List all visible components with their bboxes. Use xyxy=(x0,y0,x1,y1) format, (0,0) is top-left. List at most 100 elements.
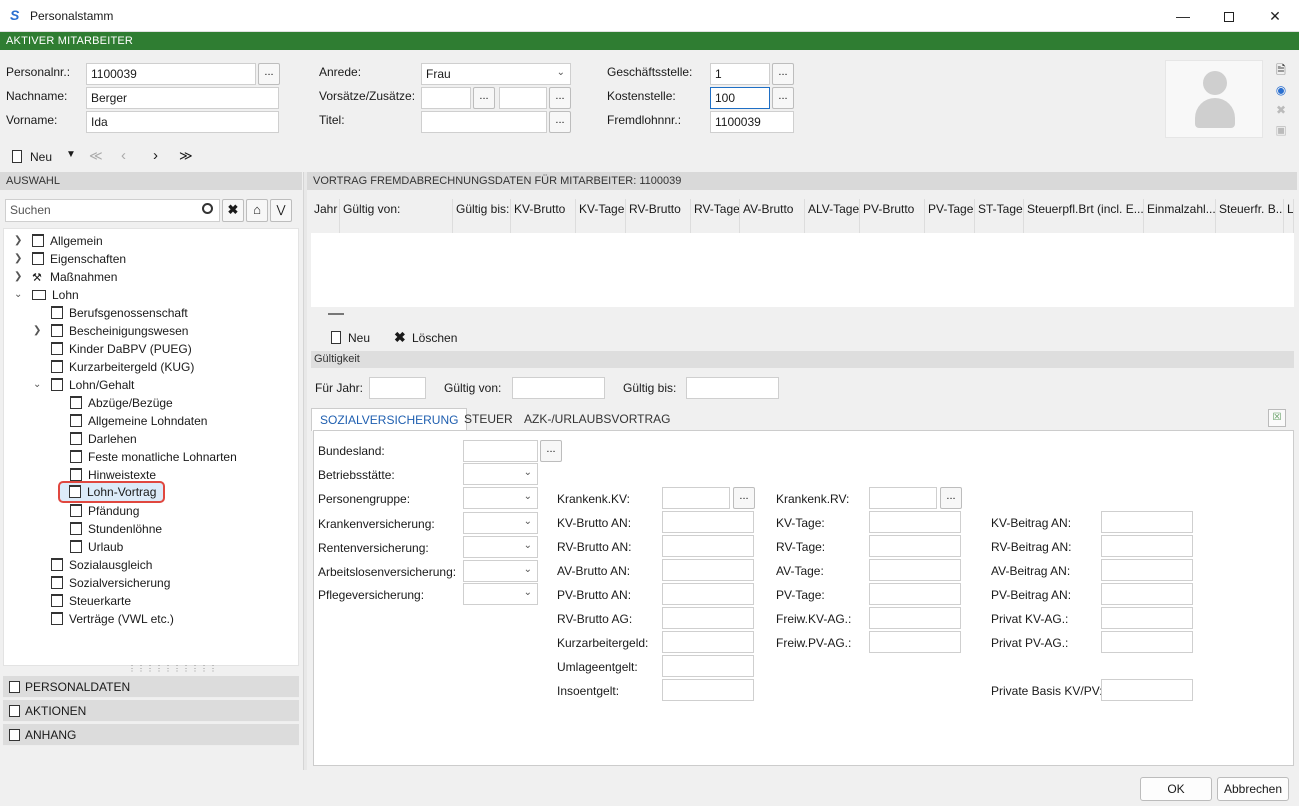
rv-beitrag-an-field[interactable] xyxy=(1101,535,1193,557)
kv-brutto-an-field[interactable] xyxy=(662,511,754,533)
privat-pv-ag-field[interactable] xyxy=(1101,631,1193,653)
private-basis-field[interactable] xyxy=(1101,679,1193,701)
tree-item-abzuege-bezuege[interactable]: Abzüge/Bezüge xyxy=(70,394,173,412)
column-header[interactable]: KV-Brutto xyxy=(511,199,576,233)
column-header[interactable]: RV-Brutto xyxy=(626,199,691,233)
tree-item-allgemein[interactable]: ❯ Allgemein xyxy=(14,232,103,250)
fuer-jahr-field[interactable] xyxy=(369,377,426,399)
first-record-button[interactable]: ≪ xyxy=(89,148,103,164)
bundesland-field[interactable] xyxy=(463,440,538,462)
vorname-field[interactable]: Ida xyxy=(86,111,279,133)
rv-brutto-an-field[interactable] xyxy=(662,535,754,557)
clear-search-button[interactable]: ✖ xyxy=(222,199,244,222)
collapse-all-icon[interactable]: ⋁ xyxy=(270,199,292,222)
camera-icon[interactable]: ◉ xyxy=(1274,83,1288,97)
minimize-button[interactable]: — xyxy=(1160,0,1206,32)
splitter-grip[interactable]: ⋮⋮⋮⋮⋮⋮⋮⋮⋮⋮ xyxy=(128,664,218,673)
av-beitrag-an-field[interactable] xyxy=(1101,559,1193,581)
column-header[interactable]: Gültig von: xyxy=(340,199,453,233)
av-tage-field[interactable] xyxy=(869,559,961,581)
close-button[interactable]: ✕ xyxy=(1252,0,1298,32)
bundesland-browse-button[interactable]: ... xyxy=(540,440,562,462)
accordion-aktionen[interactable]: AKTIONEN xyxy=(3,700,299,722)
vorsatz-browse-button[interactable]: ... xyxy=(473,87,495,109)
accordion-anhang[interactable]: ANHANG xyxy=(3,724,299,746)
save-icon[interactable]: ▣ xyxy=(1274,123,1288,137)
tab-close-icon[interactable]: ☒ xyxy=(1268,409,1286,427)
accordion-personaldaten[interactable]: PERSONALDATEN xyxy=(3,676,299,698)
home-icon[interactable]: ⌂ xyxy=(246,199,268,222)
column-header[interactable]: Steuerpfl.Brt (incl. E... xyxy=(1024,199,1144,233)
tree-item-bescheinigungswesen[interactable]: ❯ Bescheinigungswesen xyxy=(33,322,188,340)
personalnr-browse-button[interactable]: ... xyxy=(258,63,280,85)
tree-item-kinder-dabpv[interactable]: Kinder DaBPV (PUEG) xyxy=(51,340,192,358)
tree-item-berufsgenossenschaft[interactable]: Berufsgenossenschaft xyxy=(51,304,188,322)
zusatz-field[interactable] xyxy=(499,87,547,109)
column-header[interactable]: RV-Tage xyxy=(691,199,740,233)
pv-tage-field[interactable] xyxy=(869,583,961,605)
cancel-button[interactable]: Abbrechen xyxy=(1217,777,1289,801)
umlageentgelt-field[interactable] xyxy=(662,655,754,677)
tree-item-kurzarbeitergeld[interactable]: Kurzarbeitergeld (KUG) xyxy=(51,358,194,376)
grid-splitter[interactable] xyxy=(311,307,1294,323)
titel-field[interactable] xyxy=(421,111,547,133)
geschaeftsstelle-field[interactable]: 1 xyxy=(710,63,770,85)
geschaeftsstelle-browse-button[interactable]: ... xyxy=(772,63,794,85)
new-entry-button[interactable]: Neu xyxy=(348,331,370,345)
kostenstelle-field[interactable]: 100 xyxy=(710,87,770,109)
tree-item-lohn-vortrag[interactable]: Lohn-Vortrag xyxy=(69,483,156,501)
krankenk-rv-field[interactable] xyxy=(869,487,937,509)
av-brutto-an-field[interactable] xyxy=(662,559,754,581)
betriebsstaette-select[interactable]: ⌄ xyxy=(463,463,538,485)
ok-button[interactable]: OK xyxy=(1140,777,1212,801)
next-record-button[interactable]: › xyxy=(153,147,158,164)
gueltig-bis-field[interactable] xyxy=(686,377,779,399)
tab-sozialversicherung[interactable]: SOZIALVERSICHERUNG xyxy=(311,408,468,431)
tree-item-stundenloehne[interactable]: Stundenlöhne xyxy=(70,520,162,538)
freiw-kv-ag-field[interactable] xyxy=(869,607,961,629)
tree-item-feste-lohnarten[interactable]: Feste monatliche Lohnarten xyxy=(70,448,237,466)
new-document-icon[interactable]: 🗎 xyxy=(1274,63,1288,77)
last-record-button[interactable]: ≫ xyxy=(179,148,193,164)
column-header[interactable]: AV-Brutto xyxy=(740,199,805,233)
zusatz-browse-button[interactable]: ... xyxy=(549,87,571,109)
personengruppe-select[interactable]: ⌄ xyxy=(463,487,538,509)
column-header[interactable]: KV-Tage xyxy=(576,199,626,233)
kv-tage-field[interactable] xyxy=(869,511,961,533)
new-dropdown-icon[interactable]: ▼ xyxy=(66,149,76,160)
kostenstelle-browse-button[interactable]: ... xyxy=(772,87,794,109)
pv-brutto-an-field[interactable] xyxy=(662,583,754,605)
tree-item-lohn[interactable]: ⌄ Lohn xyxy=(14,286,79,304)
kurzarbeitergeld-field[interactable] xyxy=(662,631,754,653)
nachname-field[interactable]: Berger xyxy=(86,87,279,109)
panel-splitter[interactable] xyxy=(303,172,307,770)
pv-beitrag-an-field[interactable] xyxy=(1101,583,1193,605)
delete-photo-icon[interactable]: ✖ xyxy=(1274,103,1288,117)
privat-kv-ag-field[interactable] xyxy=(1101,607,1193,629)
tab-azk-urlaubsvortrag[interactable]: AZK-/URLAUBSVORTRAG xyxy=(516,408,678,431)
rentenversicherung-select[interactable]: ⌄ xyxy=(463,536,538,558)
krankenk-rv-browse-button[interactable]: ... xyxy=(940,487,962,509)
search-input[interactable]: Suchen xyxy=(5,199,220,222)
tree-item-massnahmen[interactable]: ❯ ⚒ Maßnahmen xyxy=(14,268,117,286)
new-button[interactable]: Neu xyxy=(30,150,52,164)
tree-item-sozialausgleich[interactable]: Sozialausgleich xyxy=(51,556,152,574)
employee-photo[interactable] xyxy=(1165,60,1263,138)
column-header[interactable]: Gültig bis: xyxy=(453,199,511,233)
column-header[interactable]: ALV-Tage xyxy=(805,199,860,233)
kv-beitrag-an-field[interactable] xyxy=(1101,511,1193,533)
vortrag-grid[interactable]: Jahr Gültig von: Gültig bis: KV-Brutto K… xyxy=(311,199,1294,307)
tab-steuer[interactable]: STEUER xyxy=(456,408,521,431)
pflegeversicherung-select[interactable]: ⌄ xyxy=(463,583,538,605)
rv-tage-field[interactable] xyxy=(869,535,961,557)
tree-item-darlehen[interactable]: Darlehen xyxy=(70,430,137,448)
krankenk-kv-browse-button[interactable]: ... xyxy=(733,487,755,509)
column-header[interactable]: Steuerfr. B... xyxy=(1216,199,1284,233)
krankenk-kv-field[interactable] xyxy=(662,487,730,509)
search-icon[interactable] xyxy=(202,203,213,214)
freiw-pv-ag-field[interactable] xyxy=(869,631,961,653)
tree-item-sozialversicherung[interactable]: Sozialversicherung xyxy=(51,574,170,592)
insoentgelt-field[interactable] xyxy=(662,679,754,701)
fremdlohnnr-field[interactable]: 1100039 xyxy=(710,111,794,133)
maximize-button[interactable] xyxy=(1206,0,1252,32)
